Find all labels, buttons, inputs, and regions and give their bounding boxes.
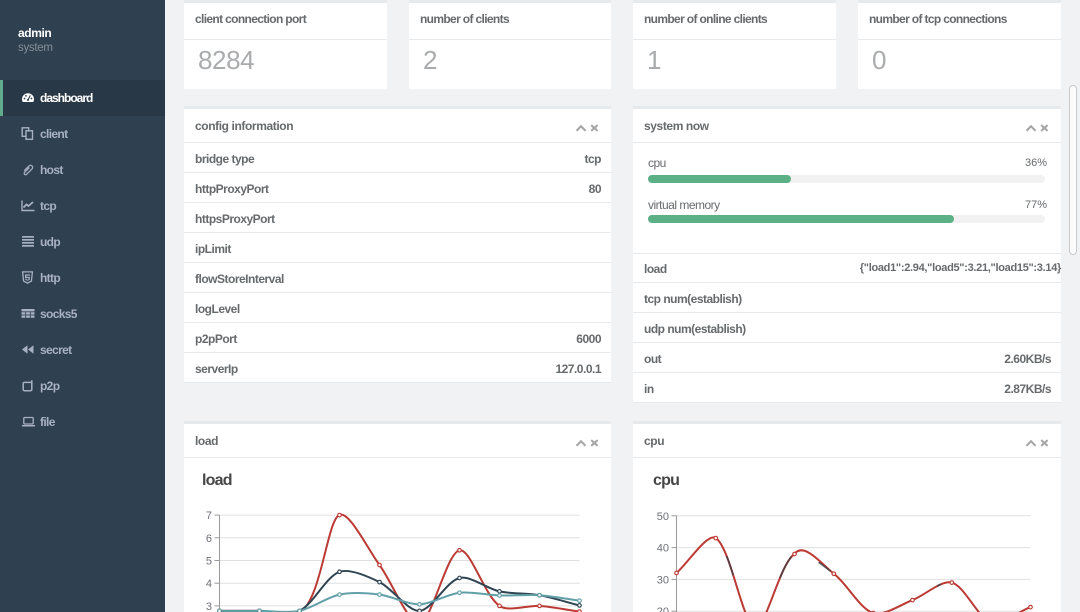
svg-text:3: 3 — [206, 601, 212, 612]
svg-text:50: 50 — [657, 511, 669, 523]
svg-text:6: 6 — [206, 533, 212, 545]
svg-text:20: 20 — [657, 606, 669, 612]
svg-text:30: 30 — [657, 574, 669, 586]
svg-text:40: 40 — [657, 543, 669, 555]
svg-text:5: 5 — [206, 556, 212, 568]
svg-text:4: 4 — [206, 578, 212, 590]
svg-text:7: 7 — [206, 510, 212, 522]
